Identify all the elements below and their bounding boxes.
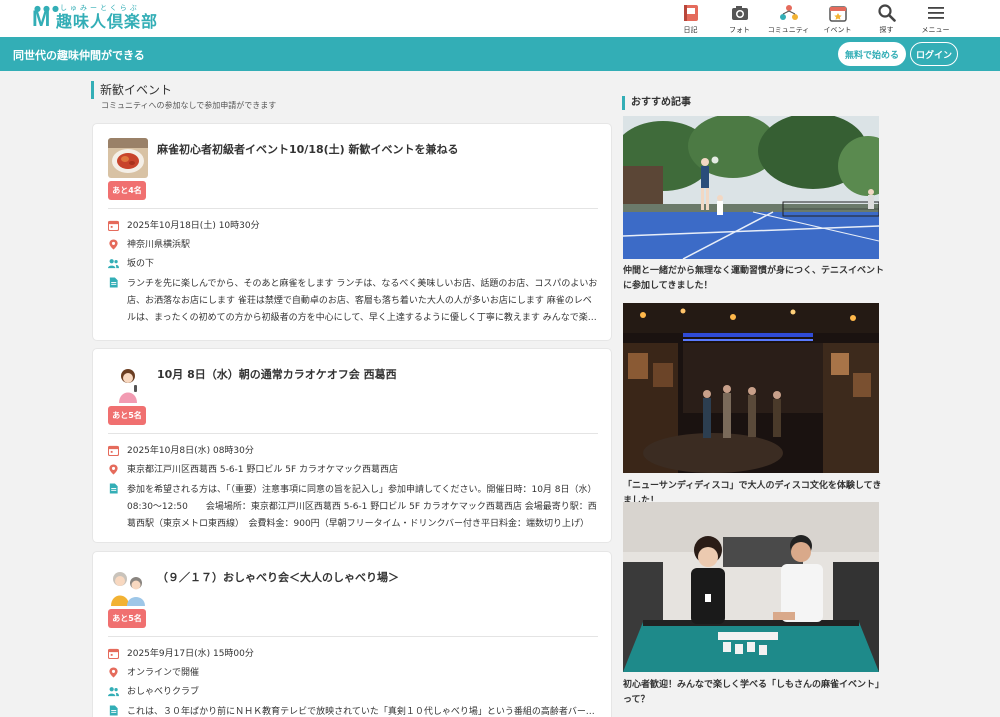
- event-location: 神奈川県横浜駅: [127, 240, 191, 250]
- event-datetime: 2025年10月18日(土) 10時30分: [127, 221, 260, 231]
- event-card[interactable]: （９／１７）おしゃべり会＜大人のしゃべり場＞ あと5名 2025年9月17日(水…: [92, 551, 612, 717]
- divider: [108, 433, 598, 434]
- event-description-row: 参加を希望される方は、「（重要）注意事項に同意の旨を記入し」参加申請してください…: [108, 482, 598, 533]
- event-card[interactable]: 10月 8日（水）朝の通常カラオケオフ会 西葛西 あと5名 2025年10月8日…: [92, 348, 612, 543]
- nav-item-photo[interactable]: フォト: [715, 2, 764, 36]
- event-description: 参加を希望される方は、「（重要）注意事項に同意の旨を記入し」参加申請してください…: [127, 485, 597, 529]
- global-nav: 日記 フォト コミュニティ イベント 探す メニュー: [666, 2, 960, 36]
- nav-label: 日記: [683, 26, 698, 34]
- event-datetime: 2025年9月17日(水) 15時00分: [127, 649, 254, 659]
- document-icon: [109, 277, 118, 288]
- event-location: 東京都江戸川区西葛西 5-6-1 野口ビル 5F カラオケマック西葛西店: [127, 465, 399, 475]
- article-image-disco[interactable]: [623, 303, 879, 473]
- community-icon: [779, 5, 798, 20]
- event-description-row: ランチを先に楽しんでから、そのあと麻雀をします ランチは、なるべく美味しいお店、…: [108, 276, 598, 327]
- site-logo[interactable]: ●●● M しゅみーとくらぶ 趣味人倶楽部: [32, 4, 158, 32]
- event-datetime-row: 2025年10月18日(土) 10時30分: [108, 219, 598, 234]
- article-image-tennis[interactable]: [623, 116, 879, 259]
- diary-icon: [683, 5, 698, 21]
- event-location-row: 東京都江戸川区西葛西 5-6-1 野口ビル 5F カラオケマック西葛西店: [108, 463, 598, 478]
- location-pin-icon: [109, 464, 118, 475]
- search-icon: [877, 4, 896, 22]
- nav-label: 探す: [879, 26, 894, 34]
- event-thumbnail: [108, 566, 148, 606]
- nav-item-diary[interactable]: 日記: [666, 2, 715, 36]
- event-description: ランチを先に楽しんでから、そのあと麻雀をします ランチは、なるべく美味しいお店、…: [127, 279, 598, 323]
- calendar-icon: [108, 648, 119, 659]
- nav-label: メニュー: [921, 26, 950, 34]
- location-pin-icon: [109, 667, 118, 678]
- event-organizer-row: おしゃべりクラブ: [108, 685, 598, 700]
- nav-item-menu[interactable]: メニュー: [911, 2, 960, 36]
- document-icon: [109, 705, 118, 716]
- calendar-icon: [828, 6, 847, 22]
- section-subtitle: コミュニティへの参加なしで参加申請ができます: [101, 101, 277, 110]
- calendar-icon: [108, 445, 119, 456]
- event-title[interactable]: 麻雀初心者初級者イベント10/18(土) 新歓イベントを兼ねる: [157, 141, 459, 157]
- menu-icon: [927, 7, 944, 19]
- section-title: 新歓イベント: [91, 81, 172, 99]
- document-icon: [109, 483, 118, 494]
- event-location: オンラインで開催: [127, 668, 200, 678]
- article-image-mahjong[interactable]: [623, 502, 879, 672]
- event-organizer[interactable]: おしゃべりクラブ: [127, 685, 199, 700]
- logo-name: 趣味人倶楽部: [56, 12, 159, 31]
- logo-mark-icon: ●●● M: [32, 4, 61, 31]
- login-button[interactable]: ログイン: [910, 42, 958, 66]
- nav-item-search[interactable]: 探す: [862, 2, 911, 36]
- calendar-icon: [108, 220, 119, 231]
- event-organizer-row: 坂の下: [108, 257, 598, 272]
- nav-label: コミュニティ: [767, 26, 810, 34]
- remaining-slots-badge: あと4名: [108, 181, 146, 200]
- event-datetime-row: 2025年9月17日(水) 15時00分: [108, 647, 598, 662]
- event-title[interactable]: （９／１７）おしゃべり会＜大人のしゃべり場＞: [157, 569, 399, 585]
- divider: [108, 636, 598, 637]
- start-free-button[interactable]: 無料で始める: [838, 42, 906, 66]
- event-datetime: 2025年10月8日(水) 08時30分: [127, 446, 254, 456]
- event-location-row: オンラインで開催: [108, 666, 598, 681]
- nav-label: フォト: [729, 26, 750, 34]
- event-card[interactable]: 麻雀初心者初級者イベント10/18(土) 新歓イベントを兼ねる あと4名 202…: [92, 123, 612, 341]
- nav-item-community[interactable]: コミュニティ: [764, 2, 813, 36]
- people-icon: [108, 259, 119, 269]
- recommended-articles-title: おすすめ記事: [622, 96, 691, 110]
- event-thumbnail: [108, 363, 148, 403]
- people-icon: [108, 687, 119, 697]
- event-datetime-row: 2025年10月8日(水) 08時30分: [108, 444, 598, 459]
- nav-item-event[interactable]: イベント: [813, 2, 862, 36]
- event-organizer[interactable]: 坂の下: [127, 257, 154, 272]
- event-title[interactable]: 10月 8日（水）朝の通常カラオケオフ会 西葛西: [157, 366, 397, 382]
- event-description-row: これは、３０年ばかり前にＮＨＫ教育テレビで放映されていた「真剣１０代しゃべり場」…: [108, 704, 598, 717]
- remaining-slots-badge: あと5名: [108, 609, 146, 628]
- remaining-slots-badge: あと5名: [108, 406, 146, 425]
- camera-icon: [731, 6, 748, 20]
- event-thumbnail: [108, 138, 148, 178]
- logo-ruby: しゅみーとくらぶ: [60, 4, 140, 12]
- article-caption[interactable]: 仲間と一緒だから無理なく運動習慣が身につく、テニスイベントに参加してきました！: [623, 264, 885, 294]
- event-description: これは、３０年ばかり前にＮＨＫ教育テレビで放映されていた「真剣１０代しゃべり場」…: [127, 707, 595, 717]
- nav-label: イベント: [823, 26, 852, 34]
- event-location-row: 神奈川県横浜駅: [108, 238, 598, 253]
- article-caption[interactable]: 初心者歓迎！みんなで楽しく学べる「しもさんの麻雀イベント」って？: [623, 678, 885, 708]
- site-header: ●●● M しゅみーとくらぶ 趣味人倶楽部 日記 フォト コミュニティ イベント…: [0, 0, 1000, 37]
- location-pin-icon: [109, 239, 118, 250]
- divider: [108, 208, 598, 209]
- tagline: 同世代の趣味仲間ができる: [13, 49, 145, 62]
